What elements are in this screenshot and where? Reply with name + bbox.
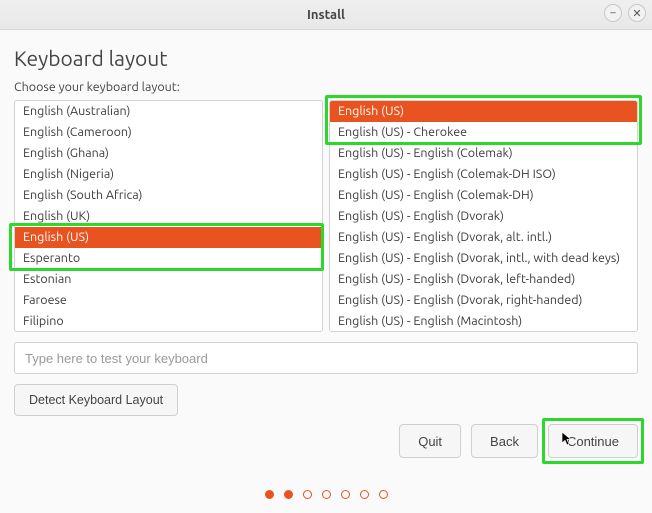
language-listbox[interactable]: English (Australian)English (Cameroon)En… <box>14 100 323 332</box>
window-title: Install <box>0 8 652 22</box>
progress-dot <box>360 490 369 499</box>
back-button[interactable]: Back <box>471 424 538 458</box>
footer-buttons: Quit Back Continue <box>399 424 638 458</box>
close-button[interactable]: ✕ <box>628 4 646 22</box>
titlebar: Install – ✕ <box>0 0 652 30</box>
progress-dot <box>379 490 388 499</box>
variant-list-item[interactable]: English (US) - English (Dvorak, intl., w… <box>330 248 637 269</box>
keyboard-test-input[interactable] <box>14 342 638 374</box>
progress-dot <box>265 490 274 499</box>
variant-listbox[interactable]: English (US)English (US) - CherokeeEngli… <box>329 100 638 332</box>
variant-list-item[interactable]: English (US) - English (Dvorak, alt. int… <box>330 227 637 248</box>
continue-button[interactable]: Continue <box>548 424 638 458</box>
language-list-item[interactable]: Faroese <box>15 290 322 311</box>
detect-keyboard-layout-button[interactable]: Detect Keyboard Layout <box>14 384 178 416</box>
variant-list-item[interactable]: English (US) - English (Dvorak, right-ha… <box>330 290 637 311</box>
variant-list-item[interactable]: English (US) - English (Macintosh) <box>330 311 637 332</box>
language-list-item[interactable]: English (Nigeria) <box>15 164 322 185</box>
window-controls: – ✕ <box>604 4 646 22</box>
progress-dot <box>322 490 331 499</box>
language-list-item[interactable]: Esperanto <box>15 248 322 269</box>
progress-dot <box>284 490 293 499</box>
language-list-item[interactable]: English (UK) <box>15 206 322 227</box>
language-list-item[interactable]: Filipino <box>15 311 322 332</box>
language-list-item[interactable]: English (Ghana) <box>15 143 322 164</box>
variant-list-item[interactable]: English (US) - English (Dvorak) <box>330 206 637 227</box>
content-area: Keyboard layout Choose your keyboard lay… <box>0 30 652 416</box>
page-subheading: Choose your keyboard layout: <box>14 80 638 94</box>
progress-dot <box>303 490 312 499</box>
keyboard-lists: English (Australian)English (Cameroon)En… <box>14 100 638 332</box>
variant-list-item[interactable]: English (US) - English (Colemak-DH ISO) <box>330 164 637 185</box>
variant-list-item[interactable]: English (US) - English (Colemak-DH) <box>330 185 637 206</box>
language-list-item[interactable]: Estonian <box>15 269 322 290</box>
quit-button[interactable]: Quit <box>399 424 461 458</box>
language-list-item[interactable]: English (US) <box>15 227 322 248</box>
variant-list-item[interactable]: English (US) <box>330 101 637 122</box>
progress-dot <box>341 490 350 499</box>
variant-list-item[interactable]: English (US) - English (Dvorak, left-han… <box>330 269 637 290</box>
variant-list-item[interactable]: English (US) - English (Colemak) <box>330 143 637 164</box>
variant-list-item[interactable]: English (US) - Cherokee <box>330 122 637 143</box>
language-list-item[interactable]: English (South Africa) <box>15 185 322 206</box>
progress-dots <box>0 490 652 499</box>
minimize-button[interactable]: – <box>604 4 622 22</box>
page-title: Keyboard layout <box>14 46 638 70</box>
language-list-item[interactable]: English (Cameroon) <box>15 122 322 143</box>
language-list-item[interactable]: English (Australian) <box>15 101 322 122</box>
